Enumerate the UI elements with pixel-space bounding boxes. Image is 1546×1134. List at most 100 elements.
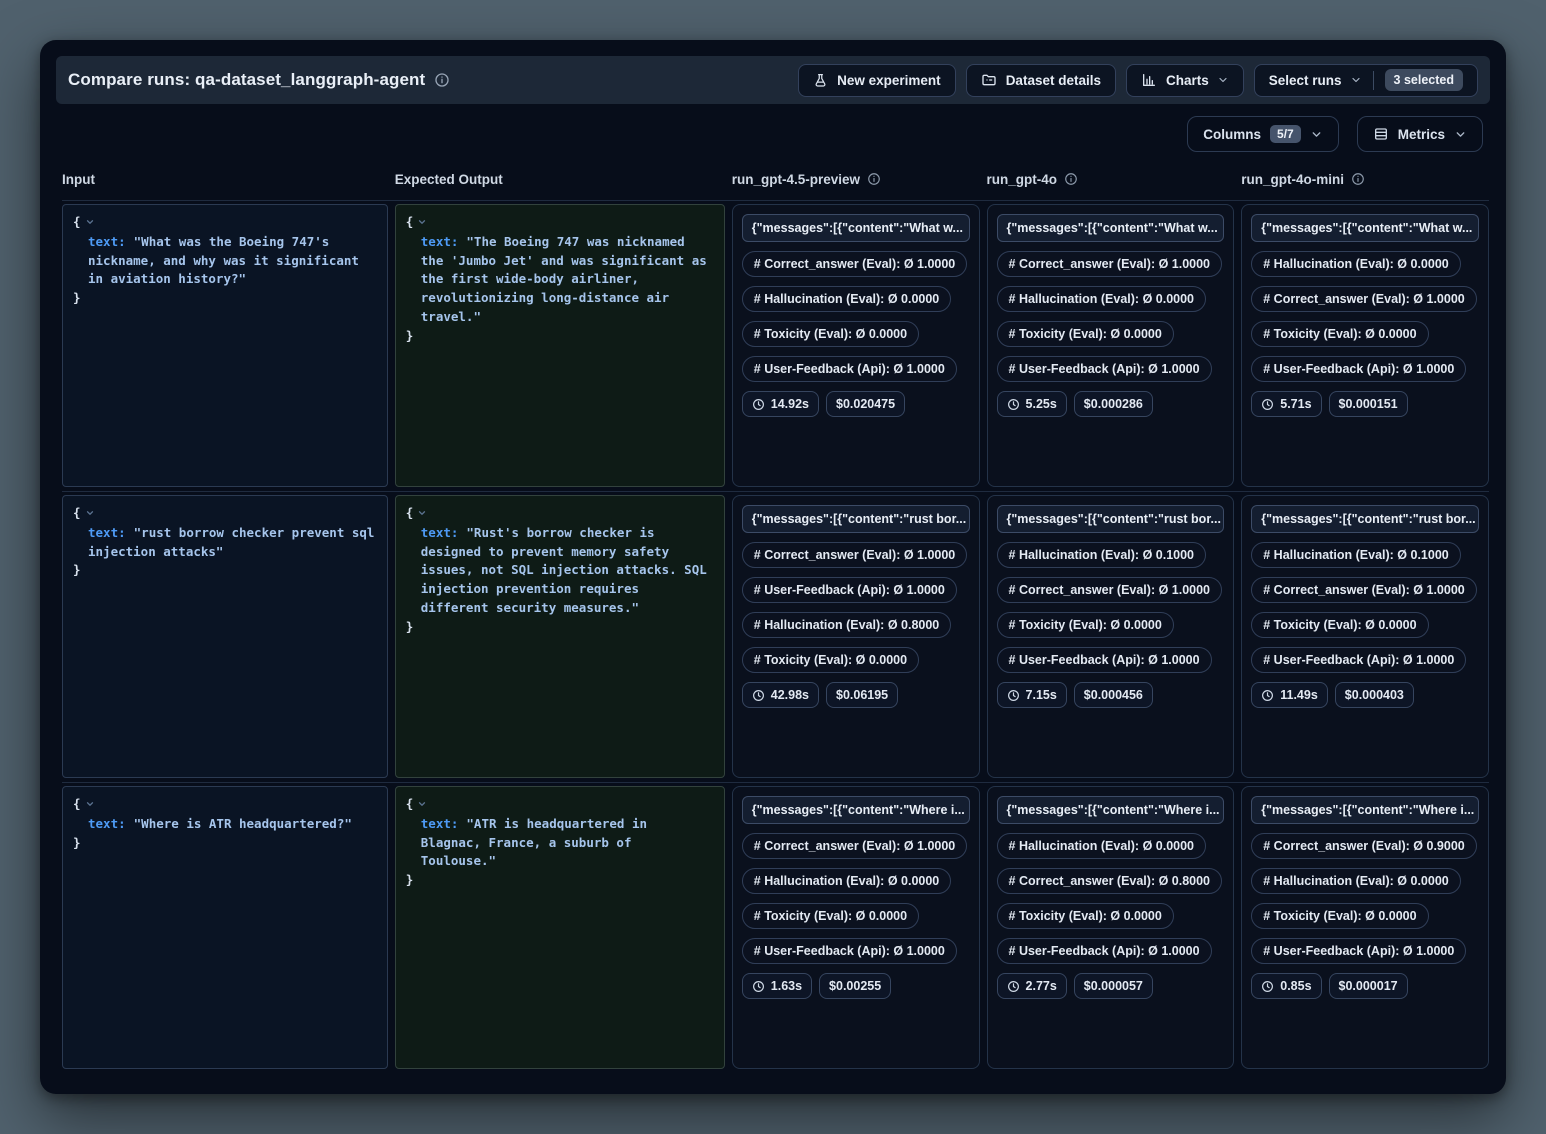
trace-preview-chip[interactable]: {"messages":[{"content":"rust bor... — [997, 505, 1225, 533]
score-chip[interactable]: # Toxicity (Eval): Ø 0.0000 — [742, 321, 919, 347]
cost-chip: $0.00255 — [819, 973, 891, 999]
run-meta: 0.85s $0.000017 — [1251, 973, 1407, 999]
run-result-cell: {"messages":[{"content":"What w... # Cor… — [987, 204, 1235, 487]
score-chip[interactable]: # Hallucination (Eval): Ø 0.0000 — [742, 286, 951, 312]
score-chip[interactable]: # Toxicity (Eval): Ø 0.0000 — [1251, 903, 1428, 929]
topbar-actions: New experiment Dataset details Charts Se… — [798, 64, 1478, 97]
info-icon[interactable] — [1064, 172, 1078, 186]
metrics-button[interactable]: Metrics — [1357, 116, 1483, 152]
score-chip[interactable]: # User-Feedback (Api): Ø 1.0000 — [1251, 356, 1466, 382]
run-result-cell: {"messages":[{"content":"rust bor... # H… — [1241, 495, 1489, 778]
json-key: text: — [421, 234, 459, 249]
json-line: } — [406, 327, 714, 346]
trace-preview-chip[interactable]: {"messages":[{"content":"rust bor... — [742, 505, 970, 533]
columns-button[interactable]: Columns 5/7 — [1187, 116, 1338, 152]
trace-preview-chip[interactable]: {"messages":[{"content":"Where i... — [1251, 796, 1479, 824]
latency-chip: 11.49s — [1251, 682, 1328, 708]
score-chip[interactable]: # User-Feedback (Api): Ø 1.0000 — [997, 647, 1212, 673]
cost-chip: $0.000151 — [1329, 391, 1408, 417]
score-chip[interactable]: # Toxicity (Eval): Ø 0.0000 — [997, 321, 1174, 347]
run-meta: 14.92s $0.020475 — [742, 391, 905, 417]
chevron-down-icon — [1350, 74, 1362, 86]
score-chip[interactable]: # Toxicity (Eval): Ø 0.0000 — [742, 903, 919, 929]
select-runs-button[interactable]: Select runs 3 selected — [1254, 64, 1478, 97]
collapse-caret-icon[interactable] — [417, 215, 427, 230]
trace-preview-chip[interactable]: {"messages":[{"content":"What w... — [997, 214, 1225, 242]
score-chip[interactable]: # Hallucination (Eval): Ø 0.8000 — [742, 612, 951, 638]
json-key: text: — [88, 525, 126, 540]
collapse-caret-icon[interactable] — [85, 506, 95, 521]
trace-preview-chip[interactable]: {"messages":[{"content":"Where i... — [742, 796, 970, 824]
score-chip[interactable]: # User-Feedback (Api): Ø 1.0000 — [1251, 938, 1466, 964]
trace-preview-chip[interactable]: {"messages":[{"content":"What w... — [742, 214, 970, 242]
json-kv: text:"What was the Boeing 747's nickname… — [73, 233, 377, 289]
new-experiment-button[interactable]: New experiment — [798, 64, 956, 97]
score-chip[interactable]: # Toxicity (Eval): Ø 0.0000 — [997, 903, 1174, 929]
metrics-label: Metrics — [1398, 127, 1445, 142]
json-value: "The Boeing 747 was nicknamed the 'Jumbo… — [421, 234, 707, 324]
json-key: text: — [88, 234, 126, 249]
json-key: text: — [421, 525, 459, 540]
expected-output-cell: { text:"ATR is headquartered in Blagnac,… — [395, 786, 725, 1069]
score-chip[interactable]: # Correct_answer (Eval): Ø 1.0000 — [1251, 577, 1477, 603]
collapse-caret-icon[interactable] — [417, 797, 427, 812]
clock-icon — [1261, 980, 1274, 993]
score-chip[interactable]: # Toxicity (Eval): Ø 0.0000 — [997, 612, 1174, 638]
trace-preview-chip[interactable]: {"messages":[{"content":"What w... — [1251, 214, 1479, 242]
collapse-caret-icon[interactable] — [417, 506, 427, 521]
score-chip[interactable]: # Hallucination (Eval): Ø 0.0000 — [1251, 251, 1460, 277]
score-chip[interactable]: # User-Feedback (Api): Ø 1.0000 — [997, 356, 1212, 382]
score-chip[interactable]: # User-Feedback (Api): Ø 1.0000 — [997, 938, 1212, 964]
info-icon[interactable] — [434, 72, 450, 88]
table-body: { text:"What was the Boeing 747's nickna… — [62, 201, 1489, 1073]
score-chip[interactable]: # Hallucination (Eval): Ø 0.0000 — [742, 868, 951, 894]
cost-chip: $0.000286 — [1074, 391, 1153, 417]
score-chip[interactable]: # Correct_answer (Eval): Ø 1.0000 — [1251, 286, 1477, 312]
info-icon[interactable] — [867, 172, 881, 186]
score-chip[interactable]: # Correct_answer (Eval): Ø 1.0000 — [742, 251, 968, 277]
trace-preview-chip[interactable]: {"messages":[{"content":"rust bor... — [1251, 505, 1479, 533]
collapse-caret-icon[interactable] — [85, 215, 95, 230]
run-result-cell: {"messages":[{"content":"What w... # Cor… — [732, 204, 980, 487]
clock-icon — [1007, 980, 1020, 993]
run-result-cell: {"messages":[{"content":"rust bor... # C… — [732, 495, 980, 778]
score-chip[interactable]: # Correct_answer (Eval): Ø 1.0000 — [742, 833, 968, 859]
chevron-down-icon — [1310, 128, 1323, 141]
charts-button[interactable]: Charts — [1126, 64, 1244, 97]
cost-chip: $0.000057 — [1074, 973, 1153, 999]
score-chip[interactable]: # Hallucination (Eval): Ø 0.1000 — [997, 542, 1206, 568]
clock-icon — [1261, 689, 1274, 702]
score-chip[interactable]: # Toxicity (Eval): Ø 0.0000 — [1251, 321, 1428, 347]
dataset-details-button[interactable]: Dataset details — [966, 64, 1116, 97]
topbar: Compare runs: qa-dataset_langgraph-agent… — [56, 56, 1490, 104]
score-chip[interactable]: # User-Feedback (Api): Ø 1.0000 — [742, 577, 957, 603]
score-chip[interactable]: # Toxicity (Eval): Ø 0.0000 — [1251, 612, 1428, 638]
score-chip[interactable]: # Hallucination (Eval): Ø 0.0000 — [997, 833, 1206, 859]
score-chip[interactable]: # User-Feedback (Api): Ø 1.0000 — [742, 356, 957, 382]
json-line: { — [406, 213, 714, 233]
divider — [1373, 71, 1374, 90]
run-meta: 5.71s $0.000151 — [1251, 391, 1407, 417]
score-chip[interactable]: # Correct_answer (Eval): Ø 1.0000 — [742, 542, 968, 568]
latency-chip: 2.77s — [997, 973, 1067, 999]
score-chip[interactable]: # Correct_answer (Eval): Ø 1.0000 — [997, 577, 1223, 603]
table-header: Input Expected Output run_gpt-4.5-previe… — [62, 158, 1489, 201]
score-chip[interactable]: # User-Feedback (Api): Ø 1.0000 — [1251, 647, 1466, 673]
cost-chip: $0.06195 — [826, 682, 898, 708]
json-kv: text:"Rust's borrow checker is designed … — [406, 524, 714, 618]
score-chip[interactable]: # Correct_answer (Eval): Ø 1.0000 — [997, 251, 1223, 277]
table-row: { text:"Where is ATR headquartered?" } {… — [62, 783, 1489, 1073]
expected-output-cell: { text:"The Boeing 747 was nicknamed the… — [395, 204, 725, 487]
score-chip[interactable]: # User-Feedback (Api): Ø 1.0000 — [742, 938, 957, 964]
info-icon[interactable] — [1351, 172, 1365, 186]
trace-preview-chip[interactable]: {"messages":[{"content":"Where i... — [997, 796, 1225, 824]
score-chip[interactable]: # Correct_answer (Eval): Ø 0.9000 — [1251, 833, 1477, 859]
score-chip[interactable]: # Hallucination (Eval): Ø 0.0000 — [997, 286, 1206, 312]
json-kv: text:"Where is ATR headquartered?" — [73, 815, 377, 834]
input-cell: { text:"What was the Boeing 747's nickna… — [62, 204, 388, 487]
collapse-caret-icon[interactable] — [85, 797, 95, 812]
score-chip[interactable]: # Hallucination (Eval): Ø 0.0000 — [1251, 868, 1460, 894]
score-chip[interactable]: # Correct_answer (Eval): Ø 0.8000 — [997, 868, 1223, 894]
score-chip[interactable]: # Hallucination (Eval): Ø 0.1000 — [1251, 542, 1460, 568]
score-chip[interactable]: # Toxicity (Eval): Ø 0.0000 — [742, 647, 919, 673]
